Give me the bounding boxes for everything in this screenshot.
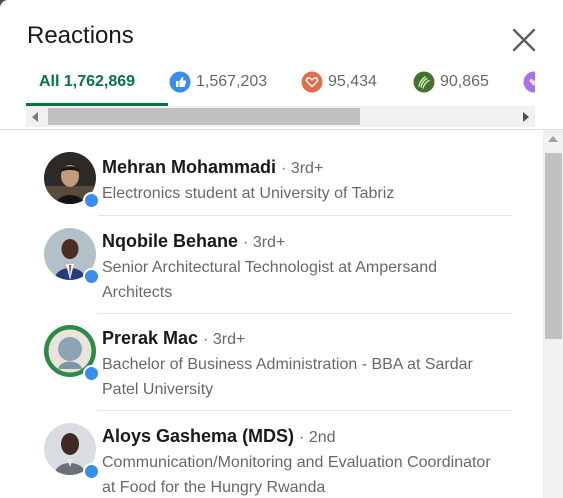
connection-degree: · 3rd+ — [203, 331, 246, 348]
tab-more-reaction[interactable] — [523, 58, 535, 106]
person-name[interactable]: Mehran Mohammadi — [102, 157, 276, 177]
vertical-scroll-thumb[interactable] — [545, 153, 562, 339]
like-badge-icon — [83, 365, 100, 382]
tab-celebrate[interactable]: 90,865 — [413, 58, 489, 106]
celebrate-icon — [413, 71, 435, 93]
horizontal-scrollbar[interactable] — [26, 106, 535, 127]
name-line: Nqobile Behane · 3rd+ — [102, 231, 285, 252]
tab-celebrate-count: 90,865 — [440, 73, 489, 90]
support-icon — [523, 71, 535, 93]
horizontal-scroll-thumb[interactable] — [48, 108, 360, 125]
person-name[interactable]: Nqobile Behane — [102, 231, 238, 251]
scroll-left-arrow[interactable] — [26, 106, 46, 127]
reactions-modal: Reactions All 1,762,869 1,567,203 95,434… — [0, 0, 563, 498]
person-headline: Electronics student at University of Tab… — [102, 185, 395, 202]
close-button[interactable] — [508, 24, 540, 56]
scroll-right-arrow[interactable] — [515, 106, 535, 127]
tab-love[interactable]: 95,434 — [301, 58, 377, 106]
list-item[interactable]: Nqobile Behane · 3rd+ Senior Architectur… — [0, 216, 542, 314]
tab-love-count: 95,434 — [328, 73, 377, 90]
tab-like-count: 1,567,203 — [196, 73, 268, 90]
connection-degree: · 2nd — [299, 429, 336, 446]
name-line: Prerak Mac · 3rd+ — [102, 328, 245, 349]
person-name[interactable]: Aloys Gashema (MDS) — [102, 426, 294, 446]
list-item[interactable]: Prerak Mac · 3rd+ Bachelor of Business A… — [0, 314, 542, 411]
like-badge-icon — [83, 192, 100, 209]
tab-all[interactable]: All 1,762,869 — [26, 58, 168, 106]
connection-degree: · 3rd+ — [281, 160, 324, 177]
connection-degree: · 3rd+ — [243, 234, 286, 251]
like-icon — [169, 71, 191, 93]
person-name[interactable]: Prerak Mac — [102, 328, 198, 348]
person-headline: Communication/Monitoring and Evaluation … — [102, 454, 491, 496]
reactor-list: Mehran Mohammadi · 3rd+ Electronics stud… — [0, 130, 542, 498]
list-item[interactable]: Aloys Gashema (MDS) · 2nd Communication/… — [0, 411, 542, 498]
scroll-up-arrow[interactable] — [543, 130, 563, 150]
close-icon — [512, 28, 536, 52]
name-line: Mehran Mohammadi · 3rd+ — [102, 157, 323, 178]
modal-title: Reactions — [27, 22, 134, 49]
love-icon — [301, 71, 323, 93]
caret-left-icon — [32, 111, 38, 122]
tab-like[interactable]: 1,567,203 — [169, 58, 267, 106]
caret-right-icon — [523, 111, 529, 122]
name-line: Aloys Gashema (MDS) · 2nd — [102, 426, 336, 447]
like-badge-icon — [83, 463, 100, 480]
caret-up-icon — [548, 136, 558, 142]
vertical-scrollbar[interactable] — [543, 130, 563, 498]
tab-all-label: All 1,762,869 — [39, 73, 136, 90]
person-headline: Bachelor of Business Administration - BB… — [102, 356, 473, 398]
reaction-tabs: All 1,762,869 1,567,203 95,434 90,865 — [26, 58, 535, 106]
person-headline: Senior Architectural Technologist at Amp… — [102, 259, 438, 301]
like-badge-icon — [83, 268, 100, 285]
list-item[interactable]: Mehran Mohammadi · 3rd+ Electronics stud… — [0, 130, 542, 216]
